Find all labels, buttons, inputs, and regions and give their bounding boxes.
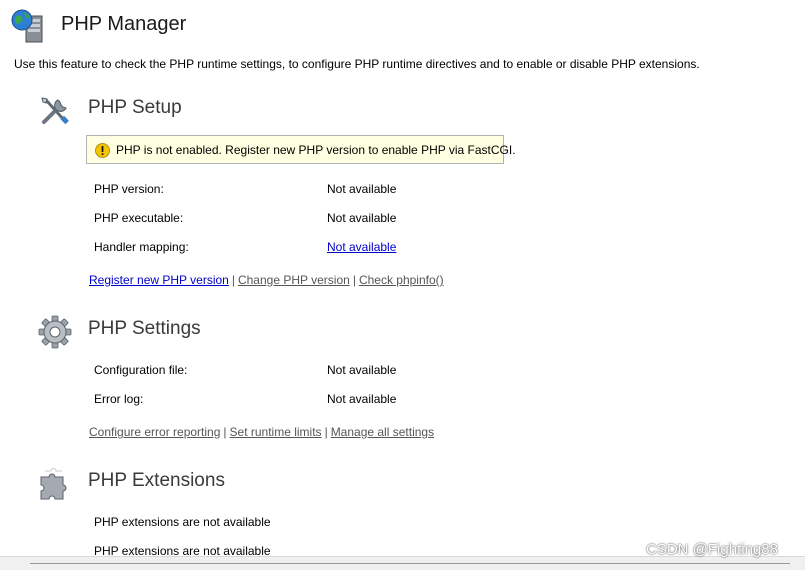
section-title: PHP Setup [88,97,182,118]
manage-all-settings-link[interactable]: Manage all settings [331,425,434,439]
php-not-enabled-warning: PHP is not enabled. Register new PHP ver… [86,135,516,164]
php-version-label: PHP version: [94,182,164,196]
set-runtime-limits-link[interactable]: Set runtime limits [230,425,322,439]
puzzle-piece-icon [40,468,67,500]
page-description: Use this feature to check the PHP runtim… [14,57,700,71]
watermark-text: CSDN @Fighting88 [646,541,778,558]
handler-mapping-label: Handler mapping: [94,240,189,254]
section-title: PHP Extensions [88,470,225,491]
php-version-value: Not available [327,182,397,196]
php-executable-label: PHP executable: [94,211,184,225]
register-php-version-link[interactable]: Register new PHP version [89,273,229,287]
section-title: PHP Settings [88,318,201,339]
wrench-screwdriver-icon [41,97,69,125]
extensions-status-text: PHP extensions are not available [94,515,271,529]
separator: | [324,425,328,439]
globe-server-icon [11,9,43,43]
separator: | [352,273,356,287]
gear-icon [38,315,72,349]
check-phpinfo-link[interactable]: Check phpinfo() [359,273,444,287]
warning-text: PHP is not enabled. Register new PHP ver… [116,143,516,157]
page-title: PHP Manager [61,13,187,35]
php-setup-actions: Register new PHP version | Change PHP vers… [89,273,444,287]
separator: | [223,425,227,439]
configuration-file-label: Configuration file: [94,363,188,377]
configuration-file-value: Not available [327,363,397,377]
error-log-value: Not available [327,392,397,406]
change-php-version-link[interactable]: Change PHP version [238,273,350,287]
handler-mapping-link[interactable]: Not available [327,240,396,254]
php-executable-value: Not available [327,211,397,225]
php-settings-actions: Configure error reporting | Set runtime li… [89,425,434,439]
warning-icon [95,143,110,158]
error-log-label: Error log: [94,392,144,406]
separator: | [231,273,235,287]
scrollbar-track-line [30,563,790,564]
configure-error-reporting-link[interactable]: Configure error reporting [89,425,220,439]
